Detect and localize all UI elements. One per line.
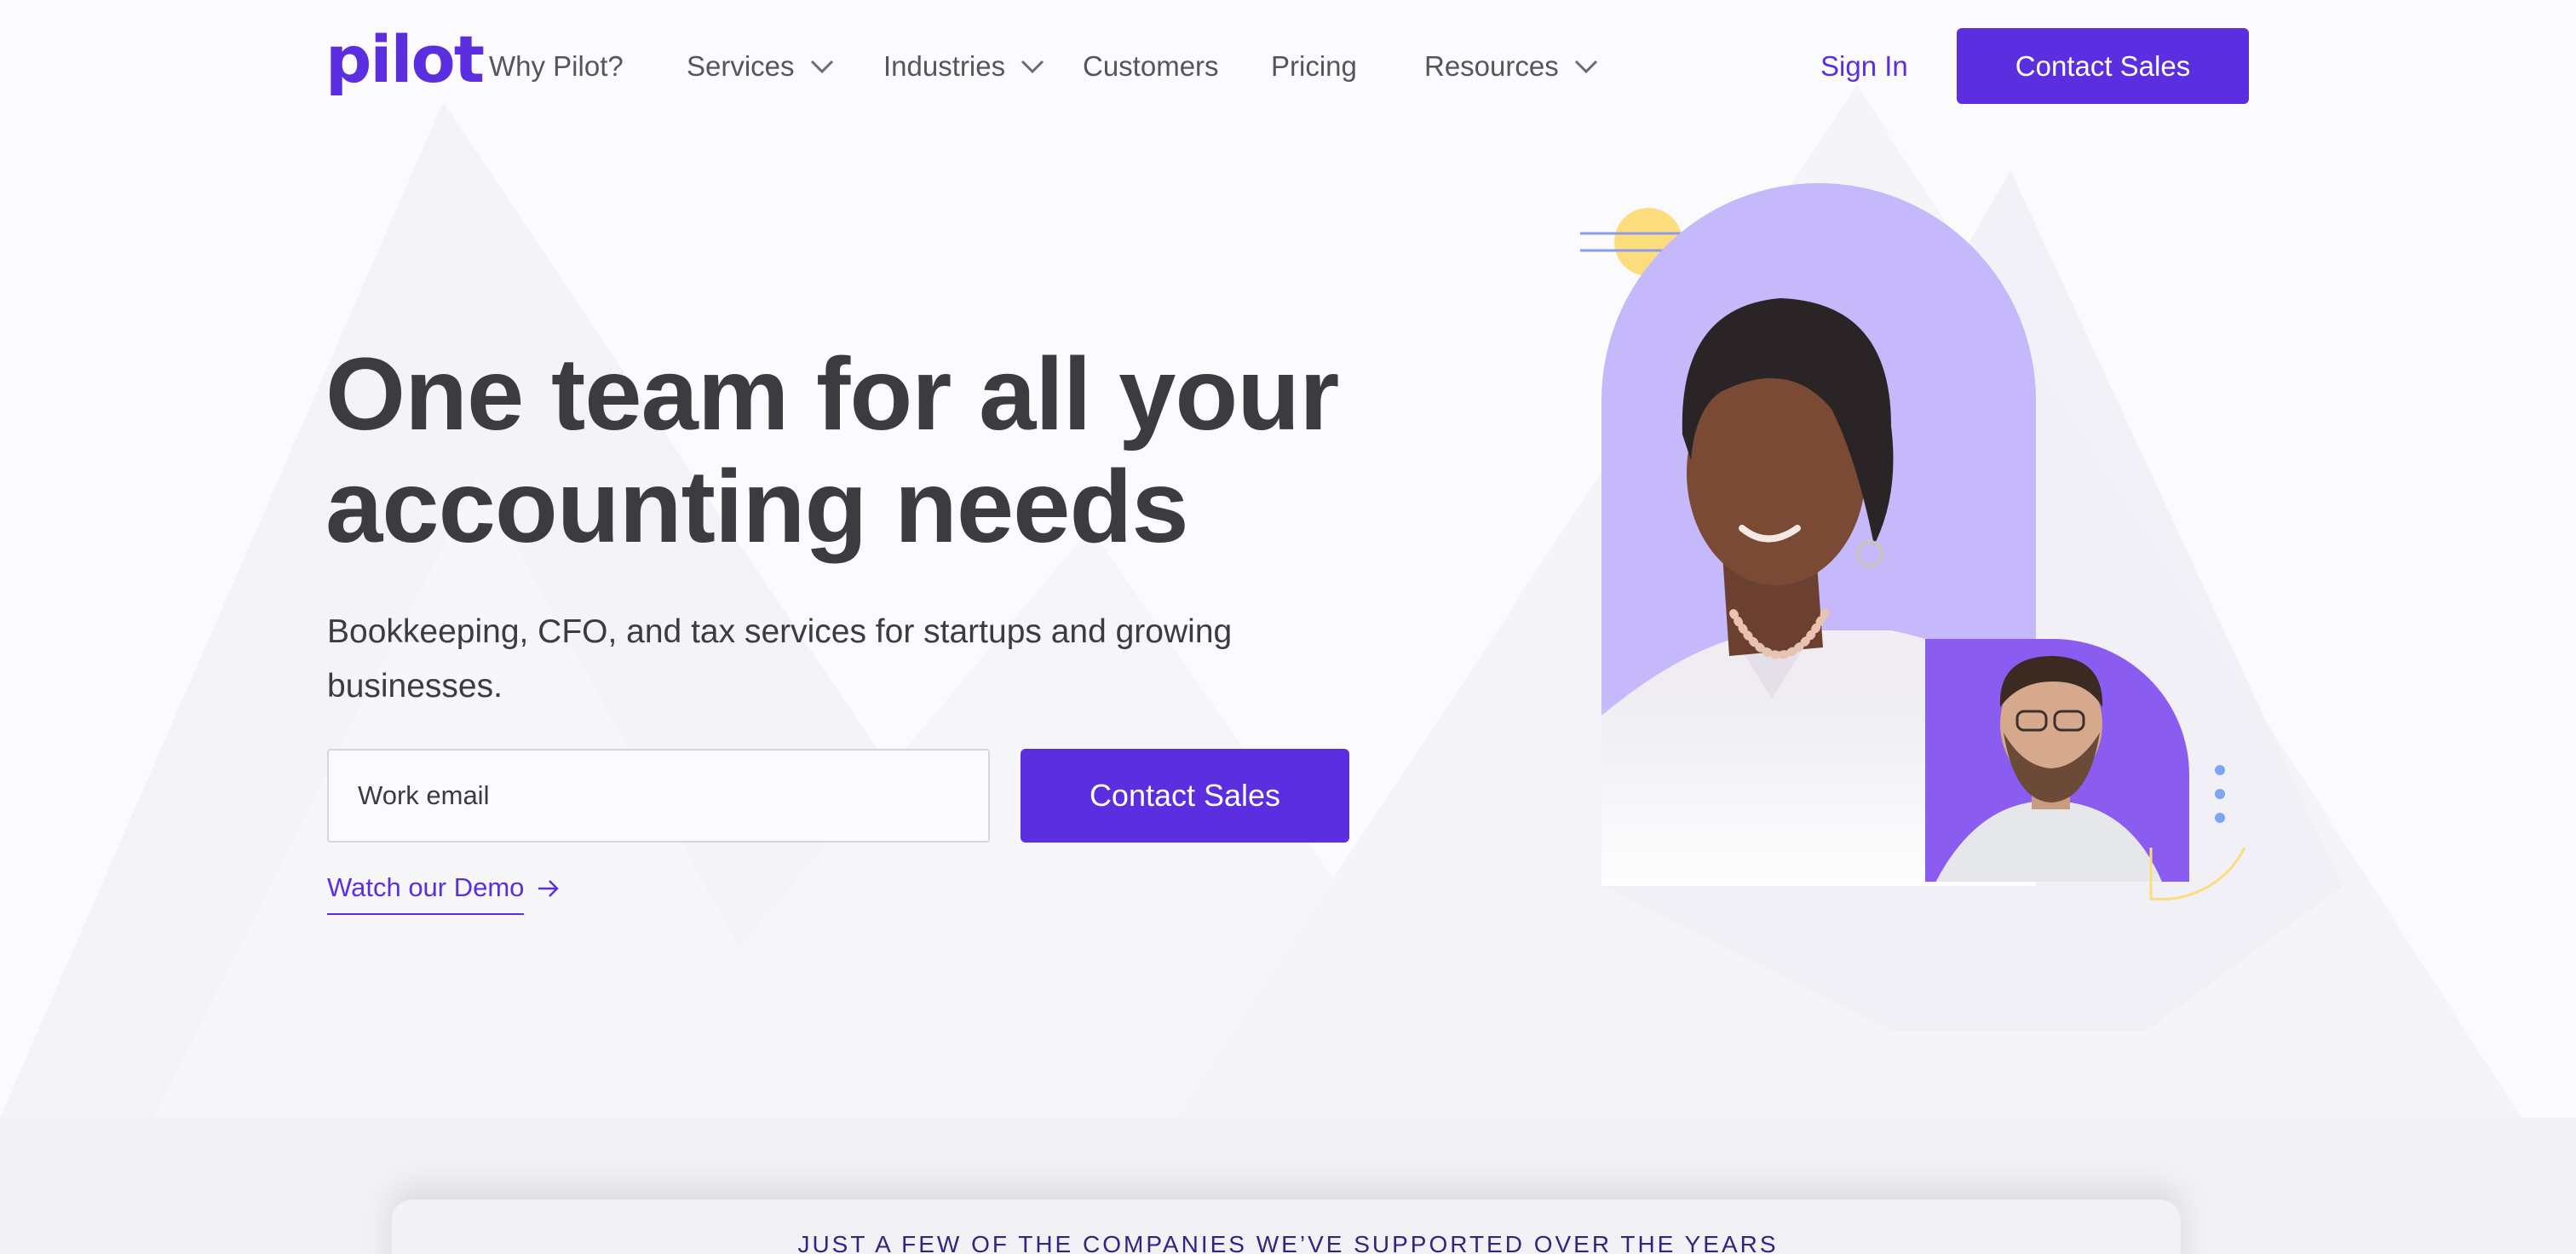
nav-item-label: Services — [687, 50, 795, 82]
chevron-down-icon — [810, 60, 833, 74]
nav-item-why-pilot[interactable]: Why Pilot? — [489, 49, 624, 83]
hero-illustration — [1580, 170, 2343, 1031]
page: pilot Why Pilot? Services Industries Cus… — [0, 0, 2576, 1254]
hero-headline: One team for all your accounting needs — [325, 336, 1339, 564]
nav-item-label: Industries — [883, 50, 1006, 82]
nav-item-services[interactable]: Services — [687, 49, 836, 83]
work-email-input[interactable] — [327, 749, 990, 843]
nav-item-industries[interactable]: Industries — [883, 49, 1046, 83]
hero-section: pilot Why Pilot? Services Industries Cus… — [0, 0, 2576, 1118]
companies-label: JUST A FEW OF THE COMPANIES WE’VE SUPPOR… — [797, 1231, 1779, 1254]
chevron-down-icon — [1574, 60, 1597, 74]
nav-item-label: Pricing — [1271, 50, 1357, 82]
watch-demo-label: Watch our Demo — [327, 869, 525, 915]
nav-item-pricing[interactable]: Pricing — [1271, 49, 1357, 83]
watch-demo-link[interactable]: Watch our Demo — [327, 869, 561, 915]
nav-item-label: Resources — [1424, 50, 1559, 82]
sign-in-link[interactable]: Sign In — [1820, 49, 1908, 83]
nav-item-customers[interactable]: Customers — [1083, 49, 1219, 83]
hero-subheadline: Bookkeeping, CFO, and tax services for s… — [327, 613, 1233, 705]
chevron-down-icon — [1021, 60, 1044, 74]
nav-contact-sales-button[interactable]: Contact Sales — [1957, 28, 2249, 104]
nav-item-label: Why Pilot? — [489, 50, 624, 82]
nav-item-label: Customers — [1083, 50, 1219, 82]
arrow-right-icon — [538, 880, 560, 897]
dot-decoration — [2215, 765, 2225, 775]
hero-contact-sales-button[interactable]: Contact Sales — [1021, 749, 1349, 843]
pilot-logo[interactable]: pilot — [325, 27, 485, 92]
top-navigation: pilot Why Pilot? Services Industries Cus… — [0, 0, 2576, 133]
nav-item-resources[interactable]: Resources — [1424, 49, 1600, 83]
